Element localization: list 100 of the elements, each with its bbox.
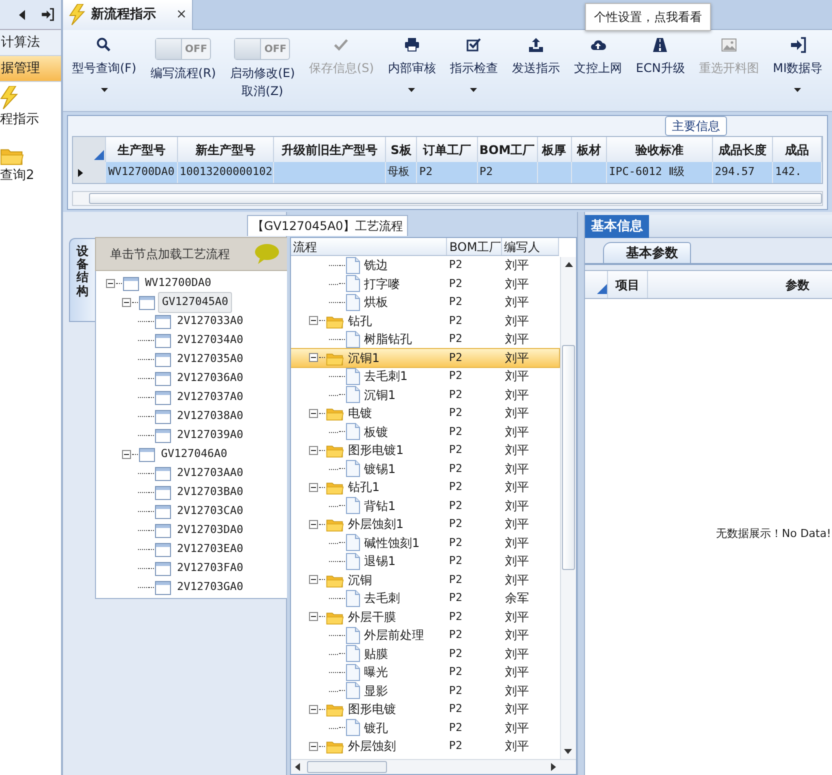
tree-node[interactable]: 2V12703DA0 bbox=[174, 521, 246, 540]
sidebar-item[interactable]: 计算法 bbox=[0, 30, 61, 56]
column-header[interactable]: 成品 bbox=[772, 137, 822, 162]
tree-node[interactable]: 2V127038A0 bbox=[174, 407, 246, 426]
tree-node[interactable]: 2V127033A0 bbox=[174, 312, 246, 331]
tree-node[interactable]: 2V127037A0 bbox=[174, 388, 246, 407]
grid-row[interactable]: 沉铜1 P2 刘平 bbox=[291, 386, 559, 404]
expand-toggle[interactable] bbox=[122, 450, 131, 459]
grid-row[interactable]: 外层前处理 P2 刘平 bbox=[291, 626, 559, 644]
sub-tab[interactable]: 基本参数 bbox=[603, 242, 691, 263]
column-header[interactable]: 板材 bbox=[571, 137, 606, 162]
grid-row[interactable]: 外层干膜 P2 刘平 bbox=[291, 608, 559, 626]
toolbar-button[interactable]: 发送指示 bbox=[508, 30, 563, 110]
grid-row[interactable]: 背钻1 P2 刘平 bbox=[291, 496, 559, 515]
grid-row[interactable]: 去毛刺 P2 余军 bbox=[291, 589, 559, 608]
column-header[interactable]: 验收标准 bbox=[606, 137, 712, 162]
column-header[interactable]: 成品长度 bbox=[712, 137, 773, 162]
tree-node[interactable]: 2V127036A0 bbox=[174, 369, 246, 388]
sidebar-item[interactable]: 查询2 bbox=[0, 168, 34, 182]
tree-node[interactable]: 2V12703BA0 bbox=[174, 483, 246, 502]
expand-toggle[interactable] bbox=[309, 482, 318, 492]
tree-node[interactable]: WV12700DA0 bbox=[142, 274, 214, 293]
scroll-right-icon[interactable] bbox=[551, 763, 556, 771]
tree-node[interactable]: 2V12703AA0 bbox=[174, 464, 246, 483]
column-header[interactable]: BOM工厂 bbox=[477, 137, 538, 162]
scroll-down-icon[interactable] bbox=[564, 749, 572, 754]
scroll-up-icon[interactable] bbox=[564, 262, 572, 267]
tree-node[interactable]: 2V127035A0 bbox=[174, 350, 246, 369]
toggle-button[interactable]: OFF 启动修改(E) 取消(Z) bbox=[226, 30, 298, 110]
grid-row[interactable]: 显影 P2 刘平 bbox=[291, 682, 559, 700]
grid-row[interactable]: 沉铜 P2 刘平 bbox=[291, 570, 559, 589]
tree-node[interactable]: 2V127034A0 bbox=[174, 331, 246, 350]
tree-node[interactable]: 2V127039A0 bbox=[174, 426, 246, 445]
column-header[interactable]: 板厚 bbox=[537, 137, 572, 162]
scrollbar[interactable] bbox=[72, 191, 823, 206]
login-icon[interactable] bbox=[40, 8, 55, 21]
toolbar-button[interactable]: 型号查询(F) bbox=[69, 30, 140, 110]
toolbar-button[interactable]: 指示检查 bbox=[446, 30, 501, 110]
row-header[interactable] bbox=[73, 162, 106, 183]
toolbar-button[interactable]: MI数据导 bbox=[770, 30, 826, 110]
grid-row[interactable]: 外层蚀刻1 P2 刘平 bbox=[291, 515, 559, 534]
grid-row[interactable]: 钻孔 P2 刘平 bbox=[291, 312, 559, 330]
tree-node[interactable]: GV127046A0 bbox=[158, 445, 230, 464]
back-icon[interactable] bbox=[18, 8, 26, 20]
expand-toggle[interactable] bbox=[309, 612, 318, 622]
grid-row[interactable]: 碱性蚀刻1 P2 刘平 bbox=[291, 534, 559, 552]
scrollbar[interactable] bbox=[291, 759, 576, 774]
expand-toggle[interactable] bbox=[309, 446, 318, 455]
tree-node[interactable]: 2V12703GA0 bbox=[174, 578, 246, 597]
grid-row[interactable]: 外层蚀刻 P2 刘平 bbox=[291, 737, 559, 756]
tree-node[interactable]: 2V12703EA0 bbox=[174, 540, 246, 559]
expand-toggle[interactable] bbox=[309, 520, 318, 529]
expand-toggle[interactable] bbox=[309, 353, 318, 362]
scroll-left-icon[interactable] bbox=[295, 763, 300, 771]
tree-node[interactable]: GV127045A0 bbox=[158, 292, 232, 313]
sidebar-item[interactable]: 程指示 bbox=[0, 112, 39, 127]
grid-row[interactable]: 打字嘜 P2 刘平 bbox=[291, 274, 559, 293]
column-header[interactable]: 流程 bbox=[291, 238, 448, 255]
document-tab[interactable]: 新流程指示 × bbox=[63, 0, 193, 30]
column-header[interactable]: 新生产型号 bbox=[177, 137, 274, 162]
expand-toggle[interactable] bbox=[122, 298, 131, 307]
grid-row[interactable]: 烘板 P2 刘平 bbox=[291, 293, 559, 312]
side-tab[interactable]: 设备结构 bbox=[69, 238, 95, 322]
grid-row[interactable]: 钻孔1 P2 刘平 bbox=[291, 478, 559, 496]
sidebar-item[interactable]: 据管理 bbox=[0, 56, 61, 82]
column-header[interactable]: 编写人 bbox=[502, 238, 559, 255]
toolbar-button[interactable]: ECN升级 bbox=[632, 30, 688, 110]
expand-toggle[interactable] bbox=[309, 742, 318, 751]
grid-row[interactable]: 铣边 P2 刘平 bbox=[291, 256, 559, 274]
grid-row[interactable]: 去毛刺1 P2 刘平 bbox=[291, 367, 559, 386]
column-header[interactable]: 生产型号 bbox=[106, 137, 178, 162]
grid-row[interactable]: 图形电镀 P2 刘平 bbox=[291, 700, 559, 718]
column-header[interactable]: BOM工厂 bbox=[447, 238, 502, 255]
grid-row[interactable]: 电镀 P2 刘平 bbox=[291, 404, 559, 422]
expand-toggle[interactable] bbox=[309, 408, 318, 418]
column-header[interactable]: 订单工厂 bbox=[416, 137, 478, 162]
grid-row[interactable]: 曝光 P2 刘平 bbox=[291, 663, 559, 682]
lightning-icon[interactable] bbox=[0, 86, 18, 110]
panel-tab[interactable]: 基本信息 bbox=[585, 215, 649, 238]
expand-toggle[interactable] bbox=[309, 575, 318, 584]
tree-node[interactable]: 2V12703FA0 bbox=[174, 559, 246, 578]
toggle-button[interactable]: OFF 编写流程(R) bbox=[147, 30, 219, 110]
expand-toggle[interactable] bbox=[309, 316, 318, 326]
grid-row[interactable]: 图形电镀1 P2 刘平 bbox=[291, 441, 559, 460]
grid-row[interactable]: 沉铜1 P2 刘平 bbox=[291, 348, 559, 367]
column-header[interactable]: S板 bbox=[385, 137, 417, 162]
grid-row[interactable]: 贴膜 P2 刘平 bbox=[291, 644, 559, 663]
scrollbar[interactable] bbox=[560, 257, 576, 759]
close-button[interactable]: × bbox=[176, 5, 187, 25]
toolbar-button[interactable]: 内部审核 bbox=[384, 30, 439, 110]
column-header[interactable]: 项目 bbox=[608, 271, 648, 298]
grid-row[interactable]: 树脂钻孔 P2 刘平 bbox=[291, 330, 559, 348]
grid-row[interactable]: 板镀 P2 刘平 bbox=[291, 422, 559, 441]
column-header[interactable]: 升级前旧生产型号 bbox=[274, 137, 386, 162]
column-header[interactable]: 参数 bbox=[648, 271, 832, 298]
expand-toggle[interactable] bbox=[106, 279, 115, 288]
grid-row[interactable]: 镀孔 P2 刘平 bbox=[291, 718, 559, 737]
expand-toggle[interactable] bbox=[309, 704, 318, 714]
grid-row[interactable]: 镀锡1 P2 刘平 bbox=[291, 460, 559, 478]
tree-node[interactable]: 2V12703CA0 bbox=[174, 502, 246, 521]
